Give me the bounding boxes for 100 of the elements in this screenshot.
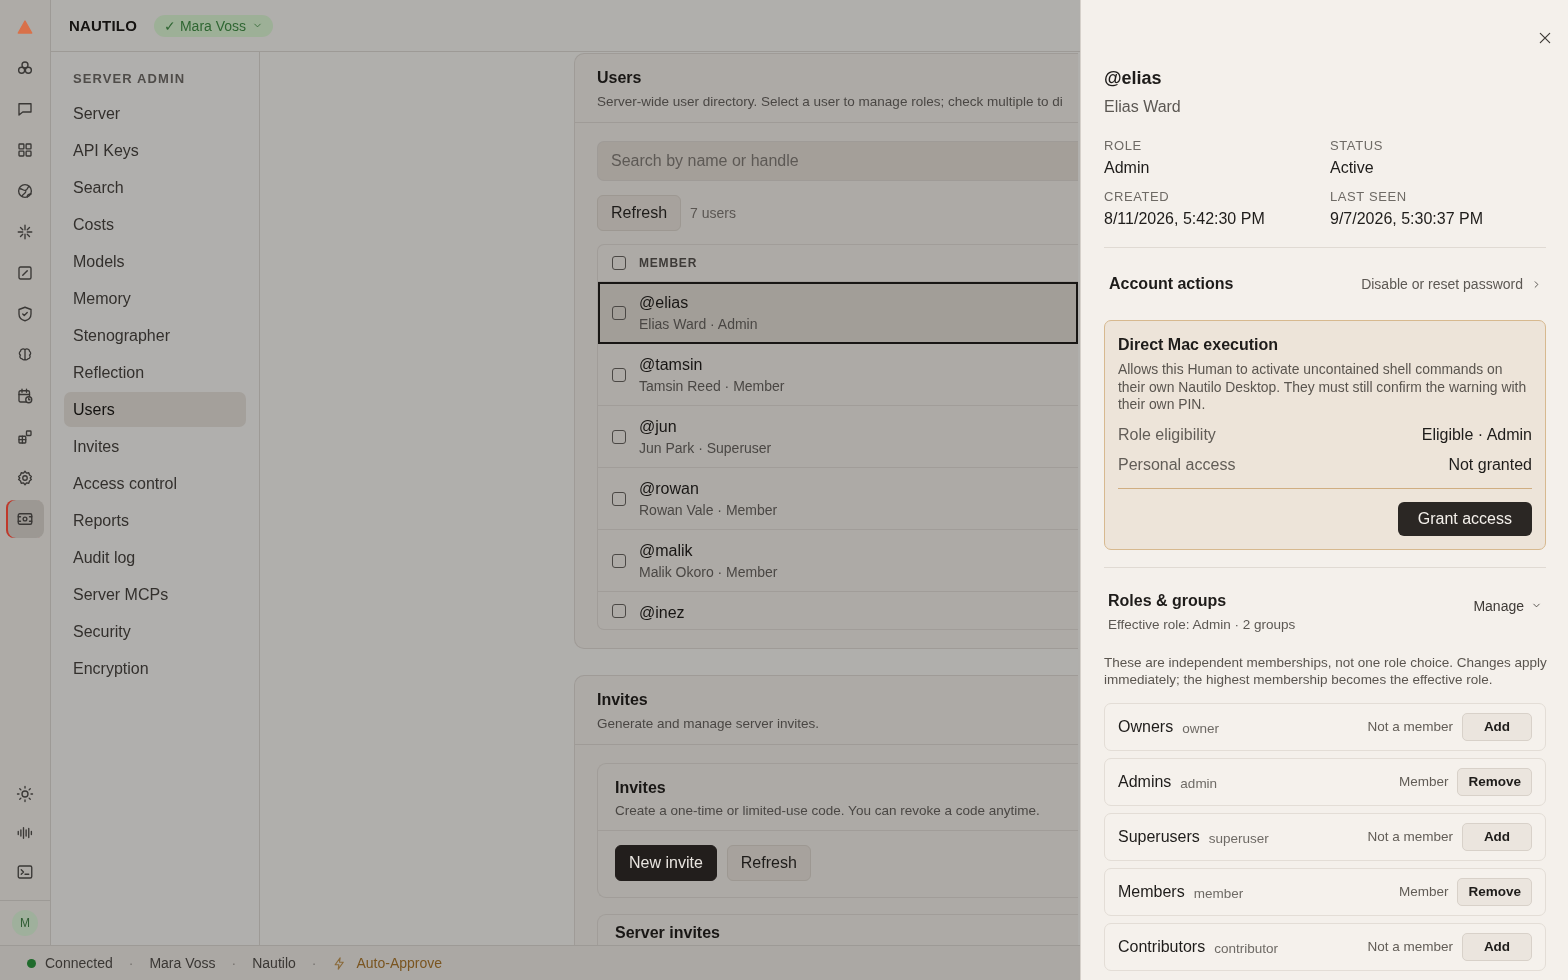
sidebar-item[interactable]: Security: [64, 614, 246, 649]
field-value: 8/11/2026, 5:42:30 PM: [1104, 210, 1266, 228]
user-row[interactable]: @rowan Rowan Vale · Member: [598, 468, 1078, 530]
membership-button[interactable]: Add: [1462, 932, 1532, 961]
row-label: Personal access: [1118, 455, 1236, 474]
sidebar-item[interactable]: API Keys: [64, 133, 246, 168]
membership-button[interactable]: Add: [1462, 822, 1532, 851]
account-actions-link[interactable]: Disable or reset password: [1361, 276, 1542, 292]
sidebar-item[interactable]: Models: [64, 244, 246, 279]
rail-button[interactable]: [6, 500, 44, 538]
section-heading: SERVER ADMIN: [72, 71, 187, 86]
sidebar-item[interactable]: Search: [64, 170, 246, 205]
sidebar-item[interactable]: Stenographer: [64, 318, 246, 353]
sidebar-item[interactable]: Costs: [64, 207, 246, 242]
field-label: CREATED: [1104, 189, 1171, 204]
status-text: Nautilo: [252, 955, 296, 971]
field-value: Admin: [1104, 159, 1151, 177]
manage-dropdown[interactable]: Manage: [1473, 597, 1542, 614]
card-description: Generate and manage server invites.: [597, 716, 820, 731]
calendar-icon: [16, 387, 34, 405]
separator-dot: ·: [311, 955, 317, 971]
user-handle: @jun: [639, 417, 678, 436]
sidebar-item[interactable]: Server MCPs: [64, 577, 246, 612]
panel-title: Server invites: [615, 924, 720, 942]
card-description: Allows this Human to activate uncontained shell commands on their own Nautilo Desktop. They must still confirm the warning with their own PIN.: [1118, 361, 1528, 414]
checkbox[interactable]: [612, 429, 626, 444]
user-row[interactable]: @tamsin Tamsin Reed · Member: [598, 344, 1078, 406]
user-row[interactable]: @elias Elias Ward · Admin: [598, 282, 1078, 344]
group-slug: contributor: [1214, 940, 1279, 956]
waveform-icon[interactable]: [16, 824, 34, 842]
user-handle: @elias: [1104, 68, 1163, 89]
sun-icon[interactable]: [16, 785, 34, 803]
checkbox[interactable]: [612, 553, 626, 568]
group-name: Contributors: [1118, 937, 1206, 956]
separator-dot: ·: [231, 955, 237, 971]
sidebar-item[interactable]: Users: [64, 392, 246, 427]
sidebar-item[interactable]: Access control: [64, 466, 246, 501]
refresh-button[interactable]: Refresh: [597, 195, 682, 231]
row-value: Not granted: [1448, 455, 1532, 474]
refresh-button[interactable]: Refresh: [726, 845, 811, 881]
row-value: Eligible · Admin: [1421, 425, 1532, 444]
membership-status: Not a member: [1367, 719, 1453, 734]
user-handle: @tamsin: [639, 355, 704, 374]
membership-status: Member: [1398, 774, 1449, 789]
checkbox[interactable]: [612, 256, 626, 270]
panel-title: Invites: [615, 779, 666, 797]
user-details: Tamsin Reed · Member: [639, 377, 785, 394]
user-details: Jun Park · Superuser: [639, 439, 772, 456]
sidebar-item[interactable]: Server: [64, 96, 246, 131]
chat-icon: [16, 100, 34, 118]
group-name: Members: [1118, 882, 1185, 901]
sidebar-item[interactable]: Reports: [64, 503, 246, 538]
field-value: 9/7/2026, 5:30:37 PM: [1330, 210, 1484, 228]
user-details: Malik Okoro · Member: [639, 563, 778, 580]
user-row[interactable]: @jun Jun Park · Superuser: [598, 406, 1078, 468]
group-name: Superusers: [1118, 827, 1200, 846]
section-title: Roles & groups: [1108, 591, 1228, 610]
membership-status: Not a member: [1367, 939, 1453, 954]
card-title: Invites: [597, 691, 648, 709]
checkbox[interactable]: [612, 604, 626, 618]
user-row[interactable]: @malik Malik Okoro · Member: [598, 530, 1078, 592]
group-slug: admin: [1180, 775, 1219, 791]
close-icon: [1537, 30, 1553, 46]
sidebar-item[interactable]: Reflection: [64, 355, 246, 390]
logo-icon: [16, 18, 34, 36]
terminal-icon[interactable]: [16, 863, 34, 881]
row-label: Role eligibility: [1118, 425, 1216, 444]
field-label: STATUS: [1330, 138, 1384, 153]
user-details: Rowan Vale · Member: [639, 501, 778, 518]
checkbox[interactable]: [612, 367, 626, 382]
checkbox[interactable]: [612, 306, 626, 320]
user-name: Elias Ward: [1104, 98, 1182, 116]
membership-button[interactable]: Remove: [1457, 767, 1532, 796]
sparkle-icon: [16, 223, 34, 241]
help-text: These are independent memberships, not one role choice. Changes apply immediately; the highest membership becomes the effective role.: [1104, 653, 1548, 689]
circles-icon: [16, 59, 34, 77]
user-details: Elias Ward · Admin: [639, 316, 758, 332]
user-handle: @elias: [639, 294, 690, 312]
user-row[interactable]: @inez: [598, 592, 1078, 629]
card-title: Users: [597, 69, 642, 87]
sidebar-item[interactable]: Memory: [64, 281, 246, 316]
column-header: MEMBER: [639, 256, 698, 270]
card-description: Server-wide user directory. Select a user to manage roles; check multiple to di: [597, 94, 1063, 109]
membership-button[interactable]: Remove: [1457, 877, 1532, 906]
user-avatar[interactable]: M: [12, 910, 38, 936]
search-field[interactable]: Search by name or handle: [597, 141, 1078, 181]
card-title: Direct Mac execution: [1118, 336, 1280, 354]
field-value: Active: [1330, 159, 1375, 177]
membership-status: Not a member: [1367, 829, 1453, 844]
sidebar-item[interactable]: Encryption: [64, 651, 246, 686]
grant-access-button[interactable]: Grant access: [1397, 501, 1532, 536]
membership-status: Member: [1398, 884, 1449, 899]
sidebar-item[interactable]: Audit log: [64, 540, 246, 575]
field-label: ROLE: [1104, 138, 1143, 153]
checkbox[interactable]: [612, 491, 626, 506]
user-handle: @malik: [639, 541, 694, 560]
new-invite-button[interactable]: New invite: [615, 845, 717, 881]
sidebar-item[interactable]: Invites: [64, 429, 246, 464]
membership-button[interactable]: Add: [1462, 712, 1532, 741]
connection-status: Connected: [45, 955, 113, 971]
